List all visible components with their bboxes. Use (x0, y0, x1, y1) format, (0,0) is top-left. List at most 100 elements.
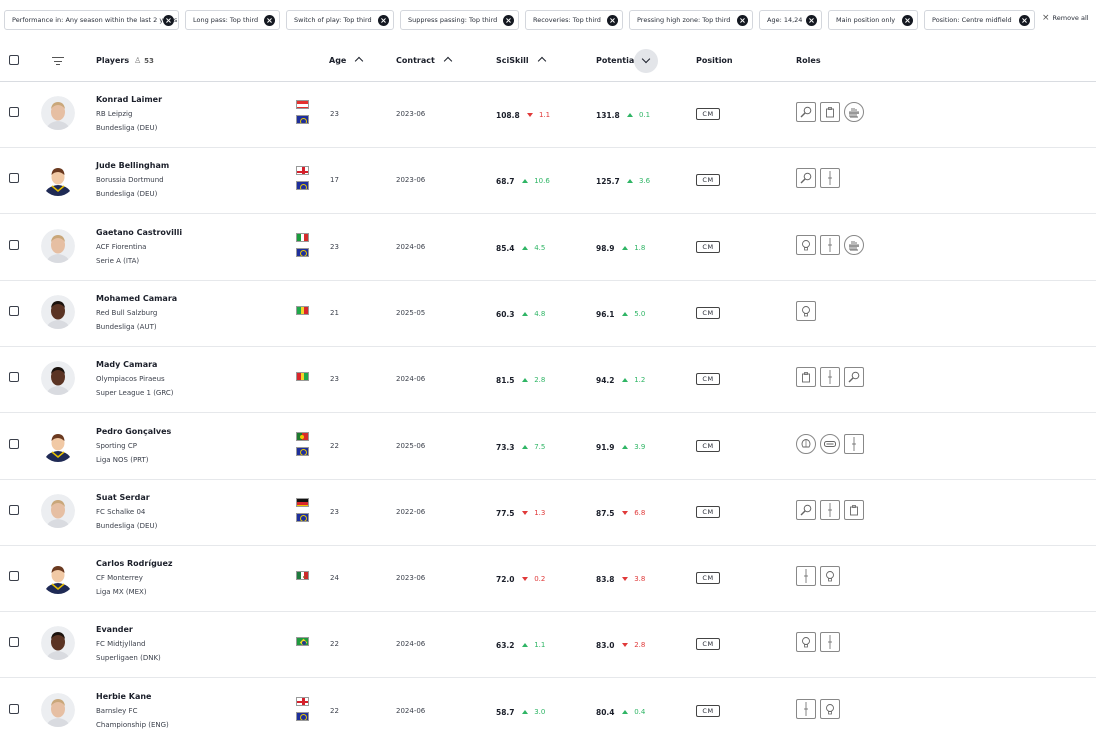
table-row[interactable]: Evander FC Midtjylland Superligaen (DNK) 22… (0, 612, 1096, 679)
chevron-down-icon[interactable] (634, 49, 658, 73)
bulb-icon[interactable] (796, 300, 816, 321)
table-row[interactable]: Jude Bellingham Borussia Dortmund Bundesli… (0, 148, 1096, 215)
sciskill-delta: 2.8 (534, 376, 546, 385)
filter-chip[interactable]: Suppress passing: Top third × (400, 10, 519, 30)
pitch-icon[interactable] (820, 168, 840, 189)
row-checkbox[interactable] (9, 239, 19, 250)
magnifier-icon[interactable] (796, 168, 816, 189)
player-club[interactable]: Sporting CP (96, 442, 137, 450)
filter-chip[interactable]: Pressing high zone: Top third × (629, 10, 753, 30)
player-club[interactable]: CF Monterrey (96, 574, 143, 582)
pitch-icon[interactable] (820, 632, 840, 653)
player-contract: 2024-06 (396, 242, 426, 251)
table-row[interactable]: Herbie Kane Barnsley FC Championship (ENG)… (0, 679, 1096, 741)
avatar (41, 560, 75, 595)
row-checkbox[interactable] (9, 305, 19, 316)
close-icon[interactable]: × (737, 15, 748, 26)
player-name[interactable]: Herbie Kane (96, 692, 151, 701)
close-icon[interactable]: × (378, 15, 389, 26)
row-checkbox[interactable] (9, 637, 19, 648)
caret-up-icon (522, 179, 529, 184)
row-checkbox[interactable] (9, 703, 19, 714)
table-row[interactable]: Carlos Rodríguez CF Monterrey Liga MX (MEX… (0, 546, 1096, 613)
pitch-icon[interactable] (820, 234, 840, 255)
player-name[interactable]: Suat Serdar (96, 493, 150, 502)
hand-icon[interactable] (844, 234, 864, 255)
player-age: 22 (330, 441, 339, 450)
clipboard-icon[interactable] (844, 499, 864, 520)
header-contract[interactable]: Contract (396, 56, 453, 66)
player-club[interactable]: Barnsley FC (96, 707, 137, 715)
player-name[interactable]: Pedro Gonçalves (96, 427, 171, 436)
bulb-icon[interactable] (796, 234, 816, 255)
clipboard-icon[interactable] (796, 367, 816, 388)
player-name[interactable]: Mady Camara (96, 360, 157, 369)
table-row[interactable]: Suat Serdar FC Schalke 04 Bundesliga (DEU)… (0, 480, 1096, 546)
table-row[interactable]: Gaetano Castrovilli ACF Fiorentina Serie A… (0, 215, 1096, 281)
pitch-icon[interactable] (844, 433, 864, 454)
player-club[interactable]: Borussia Dortmund (96, 176, 164, 184)
filter-chip[interactable]: Performance in: Any season within the la… (4, 10, 179, 30)
clipboard-icon[interactable] (820, 102, 840, 122)
row-checkbox[interactable] (9, 438, 19, 449)
close-icon[interactable]: × (607, 15, 618, 26)
filter-chip[interactable]: Long pass: Top third × (185, 10, 280, 30)
close-icon[interactable]: × (264, 15, 275, 26)
bulb-icon[interactable] (820, 698, 840, 719)
player-name[interactable]: Gaetano Castrovilli (96, 228, 182, 237)
filter-chip[interactable]: Switch of play: Top third × (286, 10, 394, 30)
row-checkbox[interactable] (9, 504, 19, 515)
row-checkbox[interactable] (9, 571, 19, 582)
player-club[interactable]: FC Midtjylland (96, 640, 145, 648)
header-age[interactable]: Age (329, 56, 364, 66)
close-icon[interactable]: × (902, 15, 913, 26)
row-checkbox[interactable] (9, 107, 19, 117)
caret-up-icon (622, 311, 629, 316)
filter-chip-label: Position: Centre midfield (932, 16, 1012, 24)
header-sciskill[interactable]: SciSkill (496, 56, 546, 66)
pitch-icon[interactable] (796, 566, 816, 587)
filter-icon[interactable] (52, 56, 64, 66)
filter-chip[interactable]: Recoveries: Top third × (525, 10, 623, 30)
player-club[interactable]: ACF Fiorentina (96, 243, 146, 251)
header-potential[interactable]: Potential (596, 56, 637, 65)
header-players[interactable]: Players ♙ 53 (96, 56, 154, 65)
magnifier-icon[interactable] (796, 102, 816, 122)
select-all-checkbox[interactable] (9, 55, 19, 65)
table-row[interactable]: Pedro Gonçalves Sporting CP Liga NOS (PRT)… (0, 414, 1096, 480)
pitch-icon[interactable] (796, 698, 816, 719)
row-checkbox[interactable] (9, 372, 19, 383)
row-checkbox[interactable] (9, 173, 19, 184)
close-icon[interactable]: × (503, 15, 514, 26)
player-club[interactable]: RB Leipzig (96, 110, 132, 118)
filter-chip[interactable]: Age: 14,24 × (759, 10, 822, 30)
close-icon[interactable]: × (806, 15, 817, 26)
player-name[interactable]: Jude Bellingham (96, 161, 169, 170)
pitch-icon[interactable] (820, 367, 840, 388)
hand-icon[interactable] (844, 102, 864, 122)
magnifier-icon[interactable] (796, 499, 816, 520)
player-club[interactable]: FC Schalke 04 (96, 508, 145, 516)
pitch-icon[interactable] (820, 499, 840, 520)
player-name[interactable]: Carlos Rodríguez (96, 559, 173, 568)
close-icon[interactable]: × (163, 15, 174, 26)
player-name[interactable]: Mohamed Camara (96, 294, 177, 303)
player-name[interactable]: Evander (96, 625, 133, 634)
close-icon[interactable]: × (1019, 15, 1030, 26)
mask-icon[interactable] (820, 433, 840, 454)
remove-all-button[interactable]: × Remove all (1042, 13, 1089, 23)
bulb-icon[interactable] (820, 566, 840, 587)
filter-chip[interactable]: Position: Centre midfield × (924, 10, 1035, 30)
bulb-icon[interactable] (796, 632, 816, 653)
filter-chip[interactable]: Main position only × (828, 10, 918, 30)
table-row[interactable]: Konrad Laimer RB Leipzig Bundesliga (DEU) 2… (0, 82, 1096, 148)
player-club[interactable]: Red Bull Salzburg (96, 309, 157, 317)
filter-chip-label: Pressing high zone: Top third (637, 16, 731, 24)
table-row[interactable]: Mady Camara Olympiacos Piraeus Super Leagu… (0, 347, 1096, 414)
brain-icon[interactable] (796, 433, 816, 454)
player-club[interactable]: Olympiacos Piraeus (96, 375, 165, 383)
table-row[interactable]: Mohamed Camara Red Bull Salzburg Bundeslig… (0, 281, 1096, 347)
position-badge: CM (696, 174, 720, 187)
player-name[interactable]: Konrad Laimer (96, 95, 162, 104)
magnifier-icon[interactable] (844, 367, 864, 388)
